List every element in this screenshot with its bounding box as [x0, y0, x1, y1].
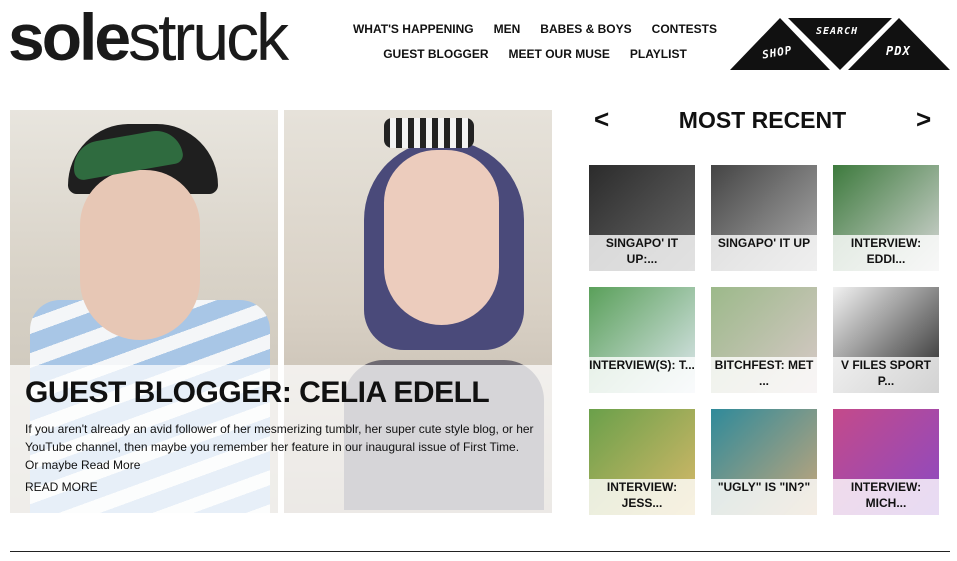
main-nav: WHAT'S HAPPENING MEN BABES & BOYS CONTES… — [345, 22, 725, 72]
card-caption: SINGAPO' IT UP:... — [589, 235, 695, 271]
card-caption: SINGAPO' IT UP — [711, 235, 817, 271]
card-caption: INTERVIEW: MICH... — [833, 479, 939, 515]
triangle-nav: SHOP SEARCH PDX — [730, 18, 950, 72]
logo-bold-text: sole — [8, 0, 131, 74]
next-arrow-icon[interactable]: > — [916, 104, 931, 135]
recent-card[interactable]: INTERVIEW(S): T... — [589, 287, 695, 393]
card-caption: "UGLY" IS "IN?" — [711, 479, 817, 515]
most-recent-header: < MOST RECENT > — [590, 104, 935, 138]
nav-item-contests[interactable]: CONTESTS — [652, 22, 717, 36]
recent-card[interactable]: INTERVIEW: JESS... — [589, 409, 695, 515]
logo-light-text: struck — [128, 0, 289, 74]
card-caption: BITCHFEST: MET ... — [711, 357, 817, 393]
read-more-link[interactable]: READ MORE — [25, 480, 98, 494]
card-caption: INTERVIEW: EDDI... — [833, 235, 939, 271]
portrait-face-left — [80, 170, 200, 340]
most-recent-title: MOST RECENT — [678, 107, 847, 133]
nav-item-men[interactable]: MEN — [494, 22, 521, 36]
footer-divider — [10, 551, 950, 552]
recent-card[interactable]: INTERVIEW: EDDI... — [833, 165, 939, 271]
nav-row-1: WHAT'S HAPPENING MEN BABES & BOYS CONTES… — [345, 22, 725, 36]
striped-bow — [384, 118, 474, 148]
recent-card[interactable]: "UGLY" IS "IN?" — [711, 409, 817, 515]
recent-card[interactable]: SINGAPO' IT UP — [711, 165, 817, 271]
nav-item-playlist[interactable]: PLAYLIST — [630, 47, 687, 61]
nav-item-babes-boys[interactable]: BABES & BOYS — [540, 22, 631, 36]
nav-row-2: GUEST BLOGGER MEET OUR MUSE PLAYLIST — [345, 47, 725, 61]
pdx-link[interactable]: PDX — [886, 44, 911, 58]
card-caption: INTERVIEW(S): T... — [589, 357, 695, 393]
site-logo[interactable]: solestruck — [8, 4, 289, 70]
nav-item-meet-our-muse[interactable]: MEET OUR MUSE — [509, 47, 610, 61]
hero-excerpt: If you aren't already an avid follower o… — [25, 422, 534, 472]
card-caption: V FILES SPORT P... — [833, 357, 939, 393]
recent-card[interactable]: BITCHFEST: MET ... — [711, 287, 817, 393]
portrait-face-right — [384, 150, 499, 325]
recent-card[interactable]: SINGAPO' IT UP:... — [589, 165, 695, 271]
nav-item-guest-blogger[interactable]: GUEST BLOGGER — [383, 47, 488, 61]
hero-title[interactable]: GUEST BLOGGER: CELIA EDELL — [25, 376, 490, 410]
recent-card[interactable]: INTERVIEW: MICH... — [833, 409, 939, 515]
hero-feature[interactable]: GUEST BLOGGER: CELIA EDELL If you aren't… — [10, 110, 552, 513]
recent-card[interactable]: V FILES SPORT P... — [833, 287, 939, 393]
card-caption: INTERVIEW: JESS... — [589, 479, 695, 515]
nav-item-whats-happening[interactable]: WHAT'S HAPPENING — [353, 22, 474, 36]
